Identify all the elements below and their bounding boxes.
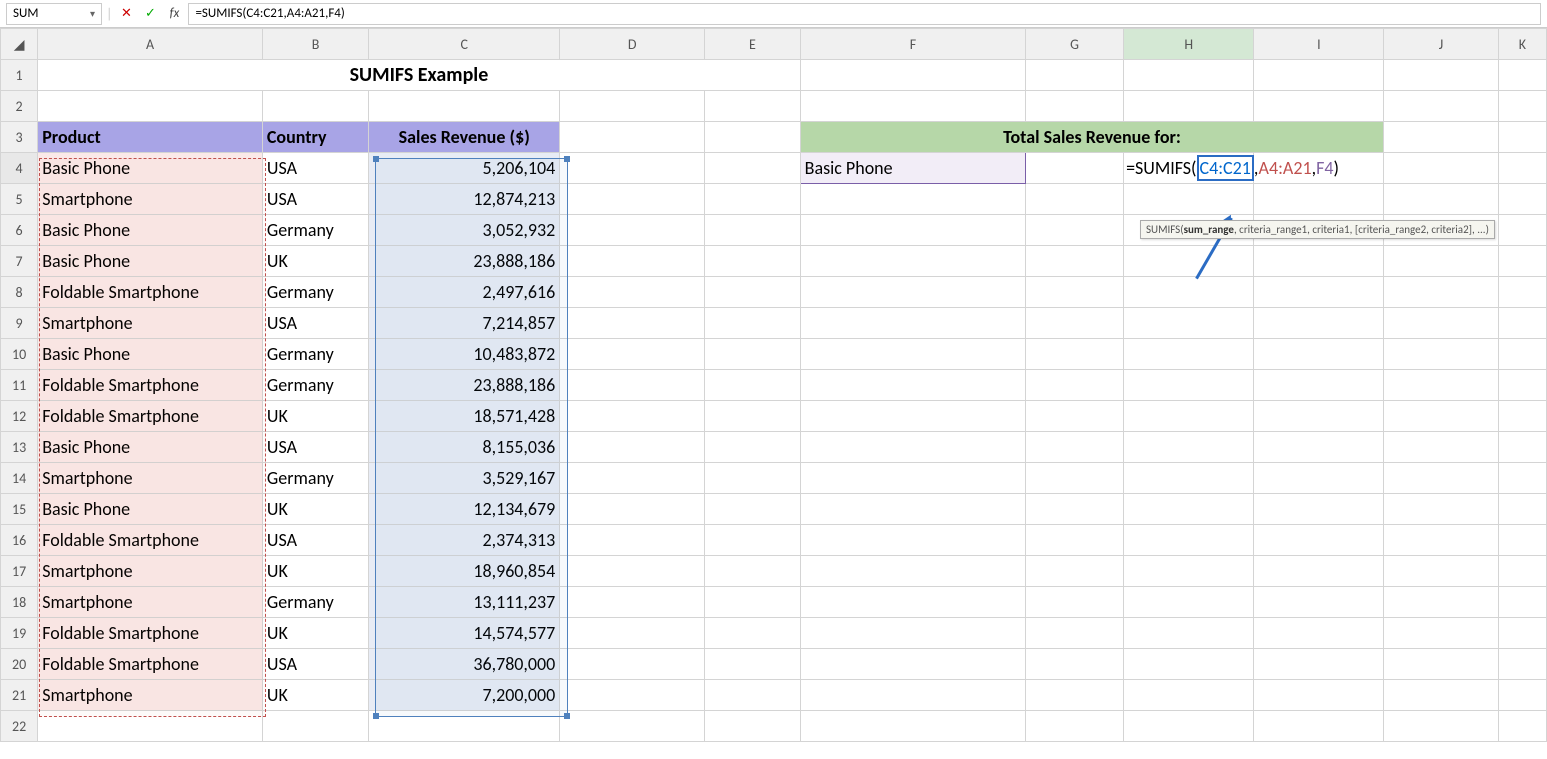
row-header[interactable]: 8 <box>1 277 38 308</box>
col-header-C[interactable]: C <box>369 29 560 60</box>
name-box[interactable]: SUM ▾ <box>6 3 102 25</box>
col-header-A[interactable]: A <box>38 29 263 60</box>
header-product[interactable]: Product <box>38 122 263 153</box>
row-header[interactable]: 1 <box>1 60 38 91</box>
row-header[interactable]: 19 <box>1 618 38 649</box>
cell[interactable]: 5,206,104 <box>369 153 560 184</box>
row-header[interactable]: 21 <box>1 680 38 711</box>
row-header[interactable]: 22 <box>1 711 38 742</box>
spreadsheet-grid[interactable]: ◢ A B C D E F G H I J K 1SUMIFS Example … <box>0 28 1547 742</box>
row-header[interactable]: 14 <box>1 463 38 494</box>
col-header-F[interactable]: F <box>800 29 1025 60</box>
row-header[interactable]: 18 <box>1 587 38 618</box>
row-header[interactable]: 20 <box>1 649 38 680</box>
lookup-cell[interactable]: Basic Phone <box>800 153 1025 184</box>
col-header-E[interactable]: E <box>705 29 801 60</box>
header-country[interactable]: Country <box>262 122 368 153</box>
column-header-row: ◢ A B C D E F G H I J K <box>1 29 1547 60</box>
cancel-icon[interactable]: ✕ <box>116 4 136 24</box>
col-header-I[interactable]: I <box>1254 29 1384 60</box>
title-cell[interactable]: SUMIFS Example <box>38 60 800 91</box>
name-box-text: SUM <box>13 6 90 21</box>
formula-cell-H4[interactable]: =SUMIFS(C4:C21,A4:A21,F4) <box>1124 153 1254 184</box>
row-header[interactable]: 3 <box>1 122 38 153</box>
row-header[interactable]: 7 <box>1 246 38 277</box>
select-all-cell[interactable]: ◢ <box>1 29 38 60</box>
arg-criteria-range: A4:A21 <box>1259 157 1312 179</box>
row-header[interactable]: 5 <box>1 184 38 215</box>
formula-input[interactable]: =SUMIFS(C4:C21,A4:A21,F4) <box>188 3 1541 25</box>
fx-icon[interactable]: fx <box>164 4 184 24</box>
col-header-H[interactable]: H <box>1124 29 1254 60</box>
row-header[interactable]: 6 <box>1 215 38 246</box>
row-header[interactable]: 16 <box>1 525 38 556</box>
arg-sum-range: C4:C21 <box>1197 155 1254 181</box>
formula-bar: SUM ▾ | ✕ ✓ fx =SUMIFS(C4:C21,A4:A21,F4) <box>0 0 1547 28</box>
row-header[interactable]: 4 <box>1 153 38 184</box>
row-header[interactable]: 10 <box>1 339 38 370</box>
row-header[interactable]: 11 <box>1 370 38 401</box>
row-header[interactable]: 2 <box>1 91 38 122</box>
cell[interactable]: USA <box>262 153 368 184</box>
col-header-J[interactable]: J <box>1384 29 1498 60</box>
row-header[interactable]: 15 <box>1 494 38 525</box>
enter-icon[interactable]: ✓ <box>140 4 160 24</box>
total-header[interactable]: Total Sales Revenue for: <box>800 122 1384 153</box>
row-header[interactable]: 17 <box>1 556 38 587</box>
col-header-D[interactable]: D <box>560 29 705 60</box>
function-tooltip[interactable]: SUMIFS(sum_range, criteria_range1, crite… <box>1140 220 1495 239</box>
col-header-G[interactable]: G <box>1026 29 1124 60</box>
col-header-K[interactable]: K <box>1498 29 1546 60</box>
chevron-down-icon[interactable]: ▾ <box>90 7 95 20</box>
row-header[interactable]: 13 <box>1 432 38 463</box>
header-revenue[interactable]: Sales Revenue ($) <box>369 122 560 153</box>
row-header[interactable]: 9 <box>1 308 38 339</box>
col-header-B[interactable]: B <box>262 29 368 60</box>
row-header[interactable]: 12 <box>1 401 38 432</box>
arg-criteria: F4 <box>1316 157 1333 179</box>
cell[interactable]: Basic Phone <box>38 153 263 184</box>
